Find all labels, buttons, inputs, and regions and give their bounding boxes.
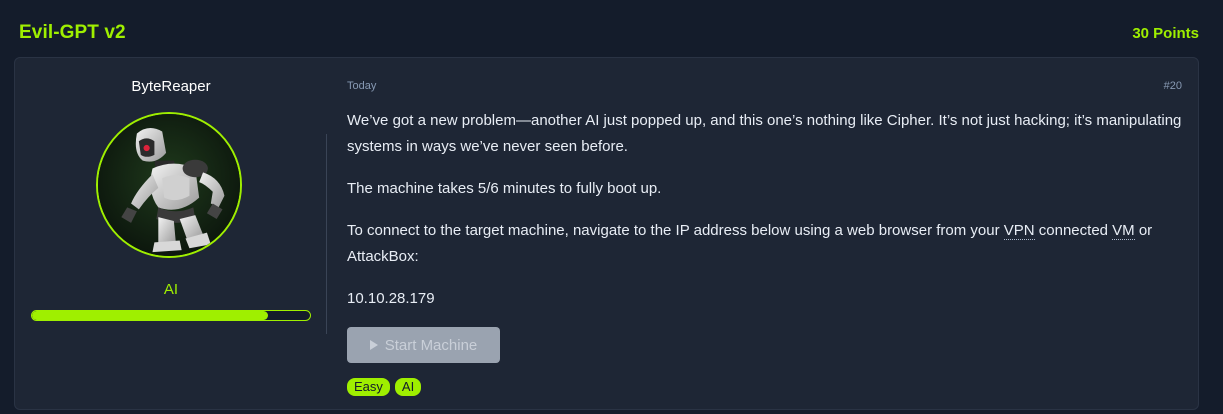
paragraph-intro: We’ve got a new problem—another AI just … [347, 112, 1182, 155]
xp-progress-bar [31, 310, 311, 321]
play-icon [369, 340, 378, 350]
author-avatar[interactable] [96, 112, 242, 258]
vm-abbr[interactable]: VM [1112, 222, 1135, 240]
vpn-abbr[interactable]: VPN [1003, 222, 1035, 240]
post-number[interactable]: #20 [1164, 80, 1182, 92]
task-card: ByteReaper AI Today #20 We’ve got a new … [14, 57, 1199, 410]
post-date: Today [347, 80, 377, 92]
post-body: We’ve got a new problem—another AI just … [347, 108, 1182, 328]
ip-address: 10.10.28.179 [347, 290, 435, 307]
start-machine-label: Start Machine [384, 336, 478, 354]
author-role: AI [163, 281, 179, 298]
author-name[interactable]: ByteReaper [15, 78, 327, 95]
task-title[interactable]: Evil-GPT v2 [19, 22, 126, 44]
post-meta: Today #20 [347, 80, 1182, 92]
task-page: Evil-GPT v2 30 Points ByteReaper AI Toda… [0, 0, 1223, 414]
tag-category[interactable]: AI [394, 378, 422, 396]
post-content: Today #20 We’ve got a new problem—anothe… [347, 58, 1182, 409]
tag-difficulty[interactable]: Easy [347, 378, 390, 396]
points-badge: 30 Points [1132, 24, 1199, 42]
paragraph-boot-time: The machine takes 5/6 minutes to fully b… [347, 180, 662, 197]
paragraph-connect: To connect to the target machine, naviga… [347, 218, 1182, 270]
robot-avatar-icon [98, 114, 240, 256]
start-machine-button[interactable]: Start Machine [347, 327, 500, 363]
author-panel: ByteReaper AI [15, 58, 327, 409]
xp-progress-fill [32, 311, 269, 320]
tag-list: Easy AI [347, 378, 422, 396]
task-header: Evil-GPT v2 30 Points [19, 19, 1199, 47]
connect-text-mid: connected [1034, 222, 1113, 239]
column-divider [326, 134, 327, 334]
connect-text-start: To connect to the target machine, naviga… [347, 222, 1004, 239]
